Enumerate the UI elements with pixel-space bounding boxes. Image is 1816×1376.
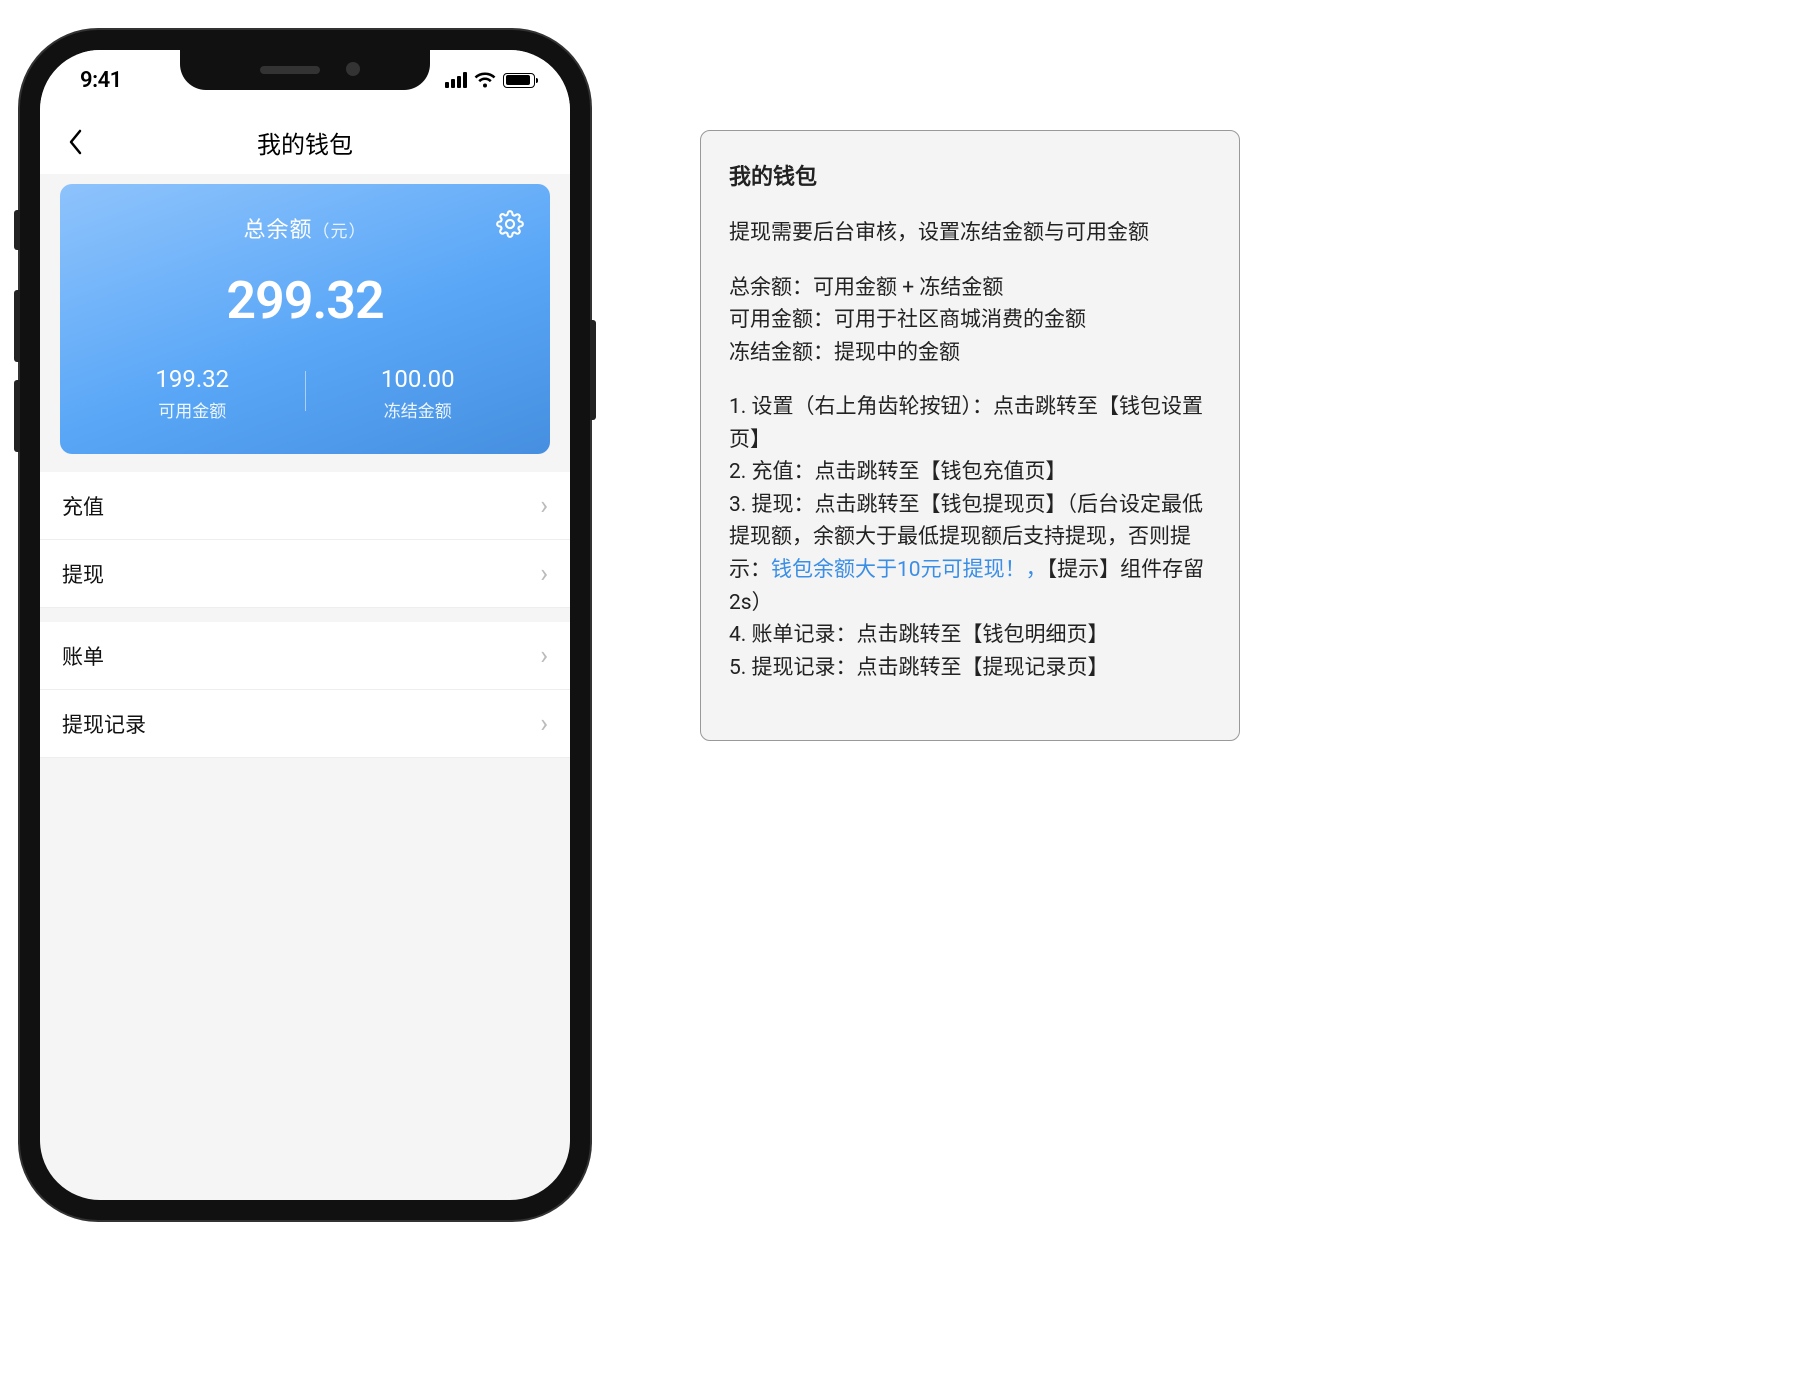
balance-title: 总余额（元） <box>243 212 366 244</box>
nav-header: 我的钱包 <box>40 110 570 174</box>
annotation-item3-highlight: 钱包余额大于10元可提现！， <box>771 558 1047 582</box>
annotation-list: 1. 设置（右上角齿轮按钮）：点击跳转至【钱包设置页】 2. 充值：点击跳转至【… <box>729 391 1211 684</box>
balance-unit: （元） <box>313 222 367 242</box>
annotation-item: 2. 充值：点击跳转至【钱包充值页】 <box>729 456 1211 489</box>
chevron-right-icon: › <box>540 641 548 671</box>
status-indicators <box>445 72 535 88</box>
list-group-records: 账单 › 提现记录 › <box>40 622 570 758</box>
list-item-withdraw-record[interactable]: 提现记录 › <box>40 690 570 758</box>
phone-side-button <box>14 290 20 362</box>
list-item-withdraw[interactable]: 提现 › <box>40 540 570 608</box>
gear-icon <box>496 210 524 238</box>
annotation-intro: 提现需要后台审核，设置冻结金额与可用金额 <box>729 217 1211 250</box>
available-value: 199.32 <box>80 365 305 393</box>
annotation-item: 5. 提现记录：点击跳转至【提现记录页】 <box>729 652 1211 685</box>
annotation-item: 1. 设置（右上角齿轮按钮）：点击跳转至【钱包设置页】 <box>729 391 1211 456</box>
frozen-label: 冻结金额 <box>306 397 531 422</box>
annotation-item-3: 3. 提现：点击跳转至【钱包提现页】（后台设定最低提现额，余额大于最低提现额后支… <box>729 489 1211 619</box>
phone-side-button <box>590 320 596 420</box>
phone-side-button <box>14 210 20 250</box>
chevron-right-icon: › <box>540 491 548 521</box>
phone-frame: 9:41 我的钱包 总 <box>20 30 590 1220</box>
list-item-label: 提现记录 <box>62 709 146 739</box>
list-item-bills[interactable]: 账单 › <box>40 622 570 690</box>
list-item-label: 提现 <box>62 559 104 589</box>
chevron-right-icon: › <box>540 559 548 589</box>
wifi-icon <box>474 72 496 88</box>
back-button[interactable] <box>60 126 92 158</box>
annotation-panel: 我的钱包 提现需要后台审核，设置冻结金额与可用金额 总余额：可用金额 + 冻结金… <box>700 130 1240 741</box>
annotation-def: 可用金额：可用于社区商城消费的金额 <box>729 304 1211 337</box>
signal-icon <box>445 72 467 88</box>
settings-button[interactable] <box>496 210 526 240</box>
chevron-right-icon: › <box>540 709 548 739</box>
annotation-title: 我的钱包 <box>729 161 1211 195</box>
phone-screen: 9:41 我的钱包 总 <box>40 50 570 1200</box>
frozen-balance: 100.00 冻结金额 <box>306 365 531 422</box>
available-label: 可用金额 <box>80 397 305 422</box>
list-group-actions: 充值 › 提现 › <box>40 472 570 608</box>
balance-amount: 299.32 <box>80 270 530 331</box>
annotation-def: 冻结金额：提现中的金额 <box>729 337 1211 370</box>
annotation-def: 总余额：可用金额 + 冻结金额 <box>729 272 1211 305</box>
list-item-recharge[interactable]: 充值 › <box>40 472 570 540</box>
balance-card: 总余额（元） 299.32 199.32 可用金额 <box>60 184 550 454</box>
section-gap <box>40 608 570 622</box>
phone-side-button <box>14 380 20 452</box>
status-time: 9:41 <box>80 68 122 93</box>
available-balance: 199.32 可用金额 <box>80 365 305 422</box>
list-item-label: 账单 <box>62 641 104 671</box>
page-title: 我的钱包 <box>60 125 550 160</box>
list-item-label: 充值 <box>62 491 104 521</box>
annotation-item: 4. 账单记录：点击跳转至【钱包明细页】 <box>729 619 1211 652</box>
balance-title-text: 总余额 <box>243 218 312 243</box>
chevron-left-icon <box>68 129 84 155</box>
frozen-value: 100.00 <box>306 365 531 393</box>
phone-notch <box>180 50 430 90</box>
phone-mock: 9:41 我的钱包 总 <box>20 20 620 1220</box>
battery-icon <box>503 73 535 88</box>
balance-breakdown: 199.32 可用金额 100.00 冻结金额 <box>80 365 530 422</box>
app-content: 总余额（元） 299.32 199.32 可用金额 <box>40 174 570 758</box>
annotation-definitions: 总余额：可用金额 + 冻结金额 可用金额：可用于社区商城消费的金额 冻结金额：提… <box>729 272 1211 370</box>
